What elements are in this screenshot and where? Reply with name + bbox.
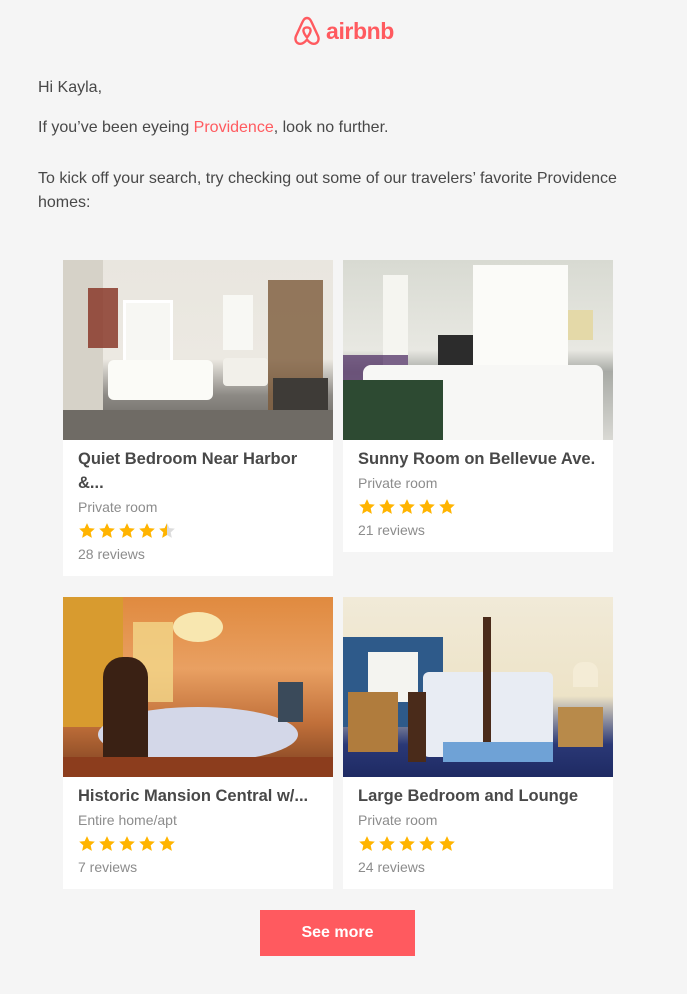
intro-text: If you’ve been eyeing Providence, look n… — [38, 119, 388, 137]
listing-card[interactable]: Sunny Room on Bellevue Ave. Private room… — [343, 260, 613, 552]
listing-type: Private room — [358, 475, 438, 491]
review-count: 7 reviews — [78, 859, 138, 875]
intro-after: , look no further. — [273, 119, 389, 136]
brand-wordmark: airbnb — [326, 17, 394, 44]
star-icon — [399, 836, 415, 851]
airbnb-belo-icon — [294, 16, 320, 46]
listing-type: Private room — [78, 499, 158, 515]
intro-before: If you’ve been eyeing — [38, 119, 194, 136]
listing-type: Private room — [358, 812, 438, 828]
star-icon — [99, 836, 115, 851]
listing-photo[interactable] — [343, 597, 613, 777]
star-icon — [159, 836, 175, 851]
star-icon — [379, 836, 395, 851]
star-icon — [399, 499, 415, 514]
body-text: To kick off your search, try checking ou… — [38, 170, 617, 211]
star-icon — [139, 836, 155, 851]
see-more-button[interactable]: See more — [260, 910, 415, 956]
greeting: Hi Kayla, — [38, 79, 103, 96]
star-rating — [358, 834, 599, 854]
listing-type: Entire home/apt — [78, 812, 177, 828]
star-icon — [439, 836, 455, 851]
listing-photo[interactable] — [343, 260, 613, 440]
listing-title[interactable]: Large Bedroom and Lounge — [358, 784, 599, 808]
star-icon — [139, 523, 155, 538]
listing-title[interactable]: Historic Mansion Central w/... — [78, 784, 319, 808]
listing-title[interactable]: Quiet Bedroom Near Harbor &... — [78, 447, 319, 495]
star-icon — [419, 836, 435, 851]
star-rating — [78, 521, 319, 541]
star-icon — [439, 499, 455, 514]
star-icon — [419, 499, 435, 514]
star-icon — [119, 836, 135, 851]
star-rating — [358, 497, 599, 517]
airbnb-logo[interactable]: airbnb — [0, 16, 687, 46]
listing-card[interactable]: Quiet Bedroom Near Harbor &... Private r… — [63, 260, 333, 576]
listing-photo[interactable] — [63, 260, 333, 440]
listing-photo[interactable] — [63, 597, 333, 777]
star-icon — [79, 836, 95, 851]
star-icon — [359, 836, 375, 851]
listing-card[interactable]: Large Bedroom and Lounge Private room 24… — [343, 597, 613, 889]
star-icon — [359, 499, 375, 514]
star-rating — [78, 834, 319, 854]
star-icon — [379, 499, 395, 514]
star-icon — [79, 523, 95, 538]
review-count: 21 reviews — [358, 522, 425, 538]
star-icon — [99, 523, 115, 538]
city-link[interactable]: Providence — [194, 119, 274, 136]
review-count: 28 reviews — [78, 546, 145, 562]
star-icon — [159, 523, 175, 538]
review-count: 24 reviews — [358, 859, 425, 875]
listing-card[interactable]: Historic Mansion Central w/... Entire ho… — [63, 597, 333, 889]
listing-title[interactable]: Sunny Room on Bellevue Ave. — [358, 447, 599, 471]
star-icon — [119, 523, 135, 538]
